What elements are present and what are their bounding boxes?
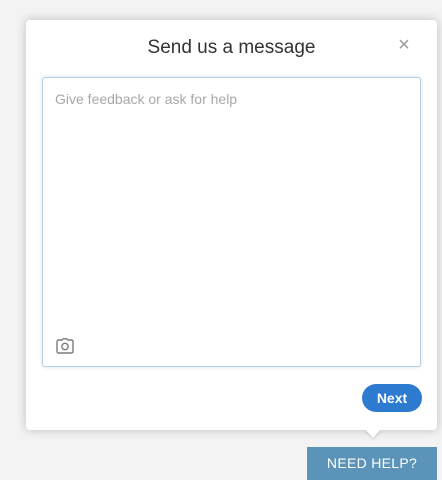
camera-icon[interactable] bbox=[56, 338, 74, 354]
dialog-pointer bbox=[365, 429, 381, 438]
message-box bbox=[42, 77, 421, 367]
dialog-title: Send us a message bbox=[147, 37, 316, 58]
next-button[interactable]: Next bbox=[362, 384, 422, 412]
close-icon[interactable]: × bbox=[395, 34, 413, 56]
page: Send us a message × Next NEED HELP? bbox=[0, 0, 442, 480]
feedback-dialog: Send us a message × Next bbox=[26, 20, 437, 430]
need-help-button[interactable]: NEED HELP? bbox=[307, 447, 437, 480]
message-input[interactable] bbox=[43, 78, 420, 318]
